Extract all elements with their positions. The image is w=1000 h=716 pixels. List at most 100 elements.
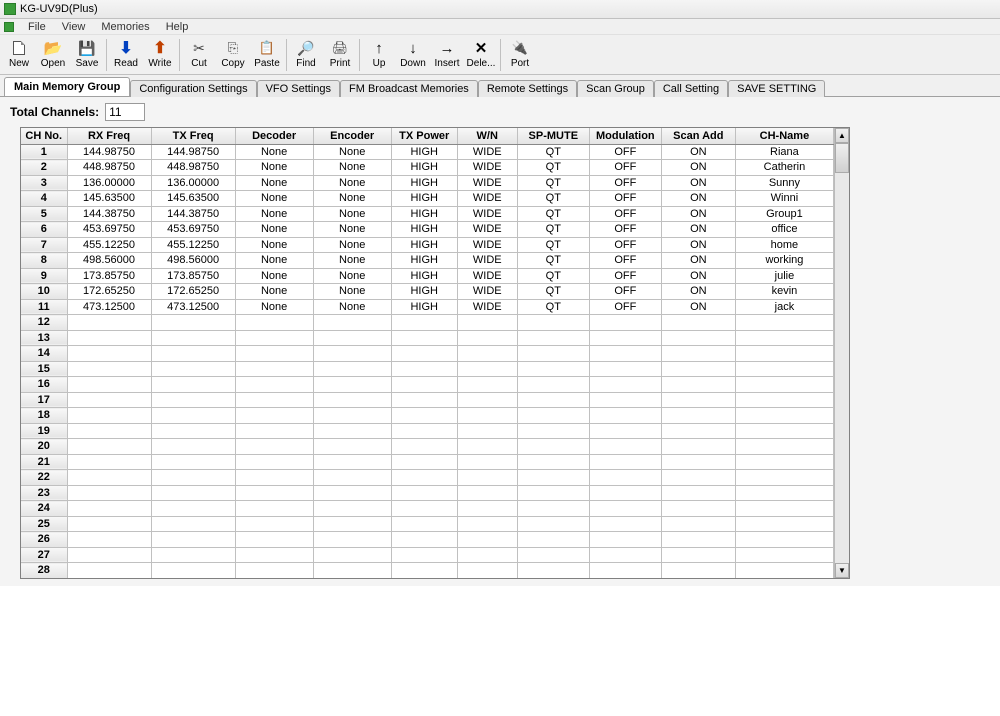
new-button[interactable]: New	[2, 36, 36, 74]
scroll-thumb[interactable]	[835, 143, 849, 173]
cell-wn[interactable]: WIDE	[457, 237, 517, 253]
table-row[interactable]: 7455.12250455.12250NoneNoneHIGHWIDEQTOFF…	[21, 237, 834, 253]
cell-rx[interactable]: 145.63500	[67, 191, 151, 207]
table-row[interactable]: 18	[21, 408, 834, 424]
scroll-up-button[interactable]: ▲	[835, 128, 849, 143]
cell-mod[interactable]: OFF	[589, 206, 661, 222]
cell-sp[interactable]	[517, 408, 589, 424]
cell-wn[interactable]	[457, 392, 517, 408]
cell-txp[interactable]	[391, 563, 457, 579]
cell-scan[interactable]	[661, 516, 735, 532]
cell-tx[interactable]	[151, 377, 235, 393]
cell-name[interactable]	[735, 563, 833, 579]
find-button[interactable]: 🔎 Find	[289, 36, 323, 74]
cell-txp[interactable]	[391, 532, 457, 548]
cell-enc[interactable]	[313, 439, 391, 455]
cell-wn[interactable]	[457, 470, 517, 486]
cell-scan[interactable]: ON	[661, 206, 735, 222]
port-button[interactable]: 🔌 Port	[503, 36, 537, 74]
cell-sp[interactable]	[517, 547, 589, 563]
cell-dec[interactable]	[235, 408, 313, 424]
col-wn[interactable]: W/N	[457, 128, 517, 144]
cell-dec[interactable]	[235, 330, 313, 346]
cell-sp[interactable]: QT	[517, 144, 589, 160]
cell-tx[interactable]: 144.98750	[151, 144, 235, 160]
cell-enc[interactable]: None	[313, 253, 391, 269]
cell-scan[interactable]: ON	[661, 191, 735, 207]
cell-scan[interactable]	[661, 361, 735, 377]
cell-rx[interactable]	[67, 392, 151, 408]
table-row[interactable]: 6453.69750453.69750NoneNoneHIGHWIDEQTOFF…	[21, 222, 834, 238]
row-number[interactable]: 21	[21, 454, 67, 470]
cell-mod[interactable]	[589, 454, 661, 470]
cell-dec[interactable]: None	[235, 160, 313, 176]
row-number[interactable]: 18	[21, 408, 67, 424]
cell-tx[interactable]	[151, 346, 235, 362]
cell-scan[interactable]: ON	[661, 299, 735, 315]
cell-mod[interactable]	[589, 346, 661, 362]
row-number[interactable]: 15	[21, 361, 67, 377]
cell-mod[interactable]: OFF	[589, 253, 661, 269]
cell-mod[interactable]: OFF	[589, 299, 661, 315]
cell-wn[interactable]	[457, 377, 517, 393]
up-button[interactable]: ↑ Up	[362, 36, 396, 74]
cell-mod[interactable]	[589, 361, 661, 377]
table-row[interactable]: 28	[21, 563, 834, 579]
cell-rx[interactable]	[67, 361, 151, 377]
cell-dec[interactable]	[235, 346, 313, 362]
cell-dec[interactable]: None	[235, 284, 313, 300]
cell-dec[interactable]: None	[235, 222, 313, 238]
cell-sp[interactable]	[517, 439, 589, 455]
cell-wn[interactable]	[457, 516, 517, 532]
cell-scan[interactable]	[661, 346, 735, 362]
cell-sp[interactable]: QT	[517, 299, 589, 315]
cell-sp[interactable]: QT	[517, 253, 589, 269]
cell-rx[interactable]: 455.12250	[67, 237, 151, 253]
cell-dec[interactable]	[235, 501, 313, 517]
cell-name[interactable]	[735, 470, 833, 486]
cell-txp[interactable]	[391, 547, 457, 563]
cell-wn[interactable]	[457, 563, 517, 579]
cell-sp[interactable]	[517, 485, 589, 501]
cell-mod[interactable]	[589, 547, 661, 563]
cell-enc[interactable]: None	[313, 284, 391, 300]
cell-tx[interactable]	[151, 470, 235, 486]
cell-sp[interactable]	[517, 330, 589, 346]
row-number[interactable]: 6	[21, 222, 67, 238]
cell-rx[interactable]	[67, 439, 151, 455]
cell-name[interactable]	[735, 346, 833, 362]
cell-enc[interactable]	[313, 346, 391, 362]
cell-txp[interactable]	[391, 439, 457, 455]
cell-mod[interactable]	[589, 501, 661, 517]
cell-sp[interactable]	[517, 470, 589, 486]
cell-wn[interactable]	[457, 547, 517, 563]
tab-vfo[interactable]: VFO Settings	[257, 80, 340, 97]
cell-wn[interactable]	[457, 408, 517, 424]
cell-mod[interactable]	[589, 392, 661, 408]
col-rx[interactable]: RX Freq	[67, 128, 151, 144]
cell-enc[interactable]	[313, 423, 391, 439]
cell-rx[interactable]	[67, 501, 151, 517]
table-row[interactable]: 1144.98750144.98750NoneNoneHIGHWIDEQTOFF…	[21, 144, 834, 160]
cell-sp[interactable]	[517, 315, 589, 331]
col-txp[interactable]: TX Power	[391, 128, 457, 144]
cell-wn[interactable]: WIDE	[457, 253, 517, 269]
cell-rx[interactable]: 453.69750	[67, 222, 151, 238]
cell-sp[interactable]: QT	[517, 160, 589, 176]
cell-sp[interactable]	[517, 361, 589, 377]
cell-scan[interactable]: ON	[661, 237, 735, 253]
cell-tx[interactable]: 448.98750	[151, 160, 235, 176]
cell-name[interactable]	[735, 408, 833, 424]
cell-enc[interactable]	[313, 547, 391, 563]
cell-name[interactable]: Catherin	[735, 160, 833, 176]
cell-rx[interactable]	[67, 423, 151, 439]
cell-name[interactable]	[735, 423, 833, 439]
cell-scan[interactable]	[661, 532, 735, 548]
cell-scan[interactable]	[661, 485, 735, 501]
col-scan[interactable]: Scan Add	[661, 128, 735, 144]
cell-mod[interactable]	[589, 532, 661, 548]
cell-txp[interactable]: HIGH	[391, 222, 457, 238]
table-row[interactable]: 4145.63500145.63500NoneNoneHIGHWIDEQTOFF…	[21, 191, 834, 207]
cell-rx[interactable]	[67, 563, 151, 579]
cell-wn[interactable]	[457, 532, 517, 548]
